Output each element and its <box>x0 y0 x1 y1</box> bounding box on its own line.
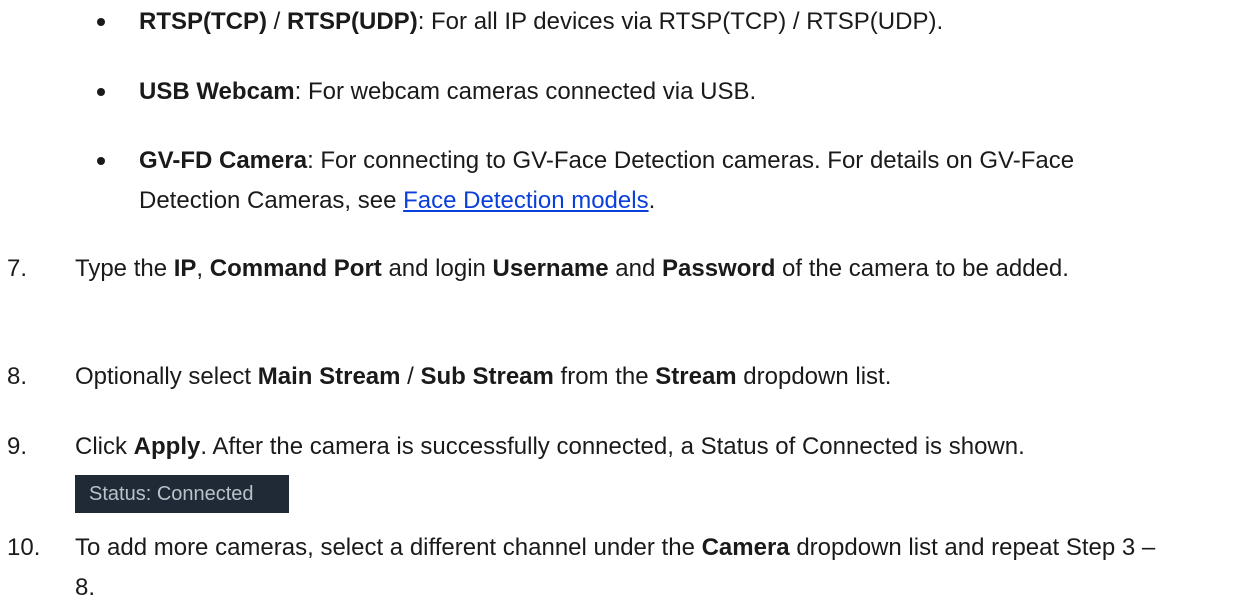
description-text: : For all IP devices via RTSP(TCP) / RTS… <box>417 8 944 35</box>
bold-text: Command Port <box>209 255 382 282</box>
step-text: and login <box>381 255 493 282</box>
bold-text: Sub Stream <box>420 363 554 390</box>
step-text: Type the <box>75 255 174 282</box>
bullet-dot-icon <box>97 88 105 96</box>
document-page: RTSP(TCP) / RTSP(UDP): For all IP device… <box>0 0 1244 610</box>
bold-text: IP <box>173 255 197 282</box>
step-number: 9. <box>7 433 28 460</box>
step-8: 8. Optionally select Main Stream / Sub St… <box>7 357 1235 397</box>
step-text: and <box>608 255 662 282</box>
period-text: . <box>648 187 656 214</box>
bold-text: Camera <box>701 534 790 561</box>
bold-text: USB Webcam <box>139 78 295 105</box>
step-text: of the camera to be added. <box>775 255 1069 282</box>
bold-text: Stream <box>655 363 737 390</box>
status-connected-image: Status: Connected <box>75 475 289 513</box>
step-number: 8. <box>7 363 28 390</box>
bold-text: Apply <box>133 433 201 460</box>
separator-text: / <box>267 8 288 35</box>
step-text: / <box>400 363 421 390</box>
bold-text: RTSP(TCP) <box>139 8 267 35</box>
bullet-item-rtsp: RTSP(TCP) / RTSP(UDP): For all IP device… <box>97 2 1219 42</box>
step-7: 7. Type the IP, Command Port and login Us… <box>7 249 1195 289</box>
step-text: dropdown list. <box>736 363 892 390</box>
step-10: 10. To add more cameras, select a differe… <box>7 528 1165 608</box>
step-text: . After the camera is successfully conne… <box>200 433 1025 460</box>
step-text: To add more cameras, select a different … <box>75 534 702 561</box>
bullet-item-gv-fd-camera: GV-FD Camera: For connecting to GV-Face … <box>97 141 1139 221</box>
step-text: Optionally select <box>75 363 258 390</box>
bold-text: RTSP(UDP) <box>287 8 418 35</box>
bold-text: Password <box>662 255 776 282</box>
bullet-dot-icon <box>97 157 105 165</box>
bold-text: Username <box>492 255 609 282</box>
step-number: 10. <box>7 534 41 561</box>
step-text: from the <box>553 363 656 390</box>
step-text: , <box>196 255 210 282</box>
bullet-item-usb-webcam: USB Webcam: For webcam cameras connected… <box>97 72 1219 112</box>
description-text: : For webcam cameras connected via USB. <box>294 78 757 105</box>
bullet-dot-icon <box>97 18 105 26</box>
status-text: Status: Connected <box>89 483 254 505</box>
bold-text: Main Stream <box>257 363 401 390</box>
step-9: 9. Click Apply. After the camera is succe… <box>7 427 1235 467</box>
step-number: 7. <box>7 255 28 282</box>
face-detection-models-link[interactable]: Face Detection models <box>403 187 648 214</box>
step-text: Click <box>75 433 134 460</box>
bold-text: GV-FD Camera <box>139 147 308 174</box>
